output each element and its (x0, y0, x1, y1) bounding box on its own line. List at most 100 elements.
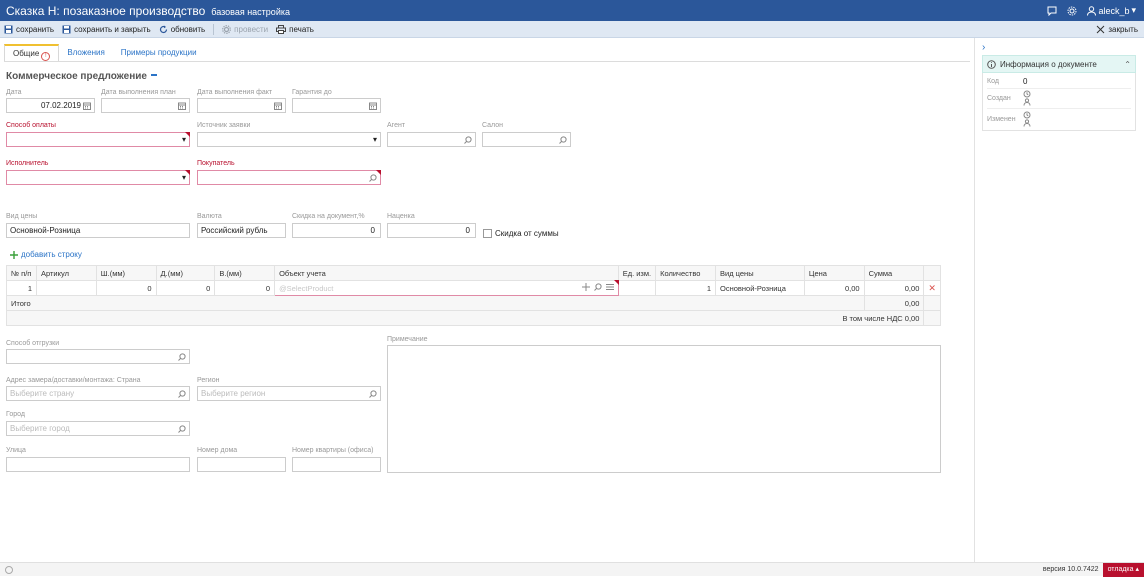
required-marker (376, 170, 381, 175)
tab-attachments[interactable]: Вложения (59, 44, 112, 62)
post-button[interactable]: провести (222, 25, 268, 34)
doc-info-header[interactable]: Информация о документе ⌃ (982, 55, 1136, 73)
column-header[interactable]: Ед. изм. (617, 265, 657, 281)
discount-sum-label: Скидка от суммы (495, 229, 559, 238)
vat-label: В том числе НДС 0,00 (5, 310, 925, 326)
fact-date-field[interactable] (197, 98, 286, 113)
search-icon[interactable] (178, 389, 186, 398)
city-field[interactable]: Выберите город (6, 421, 190, 436)
street-field[interactable] (6, 457, 190, 472)
column-header[interactable]: Вид цены (715, 265, 805, 281)
plus-icon[interactable] (581, 283, 590, 291)
shipping-field[interactable] (6, 349, 190, 364)
currency-field[interactable]: Российский рубль (197, 223, 286, 238)
warranty-label: Гарантия до (292, 89, 332, 96)
save-button[interactable]: сохранить (4, 25, 54, 34)
tab-examples[interactable]: Примеры продукции (113, 44, 205, 62)
cell-unit[interactable] (617, 280, 657, 296)
refresh-button[interactable]: обновить (159, 25, 205, 34)
modified-icons (1023, 111, 1031, 129)
buyer-field[interactable] (197, 170, 381, 185)
apartment-field[interactable] (292, 457, 381, 472)
cell-sum: 0,00 (863, 280, 925, 296)
cell-price-type[interactable]: Основной-Розница (715, 280, 805, 296)
gear-icon[interactable] (1067, 6, 1077, 16)
apartment-label: Номер квартиры (офиса) (292, 447, 374, 454)
code-label: Код (987, 78, 999, 85)
save-and-close-button[interactable]: сохранить и закрыть (62, 25, 151, 34)
menu-icon[interactable] (605, 283, 614, 291)
chevron-right-icon[interactable]: › (982, 42, 985, 53)
chat-icon[interactable] (1047, 6, 1057, 16)
salon-label: Салон (482, 122, 503, 129)
note-textarea[interactable] (387, 345, 941, 473)
user-icon (1087, 5, 1097, 16)
cell-article[interactable] (35, 280, 97, 296)
dropdown-arrow-icon[interactable]: ▾ (373, 135, 377, 144)
column-header[interactable]: В.(мм) (214, 265, 276, 281)
column-header[interactable]: Д.(мм) (155, 265, 216, 281)
calendar-icon[interactable] (369, 102, 377, 110)
cell-width[interactable]: 0 (95, 280, 157, 296)
cell-height[interactable]: 0 (214, 280, 276, 296)
debug-button[interactable]: отладка ▴ (1102, 562, 1144, 577)
cell-length[interactable]: 0 (155, 280, 216, 296)
payment-select[interactable]: ▾ (6, 132, 190, 147)
source-select[interactable]: ▾ (197, 132, 381, 147)
close-button[interactable]: закрыть (1096, 25, 1138, 34)
close-icon (1096, 25, 1105, 33)
column-header[interactable]: № п/п (6, 265, 37, 281)
search-icon[interactable] (464, 135, 472, 144)
column-header[interactable]: Количество (655, 265, 717, 281)
plan-date-label: Дата выполнения план (101, 89, 176, 96)
discount-label: Скидка на документ,% (292, 213, 365, 220)
search-icon[interactable] (178, 424, 186, 433)
table-row[interactable]: 1 0 0 0 @SelectProduct 1 Основной-Розниц… (6, 280, 941, 296)
collapse-icon[interactable] (150, 74, 157, 76)
column-header[interactable]: Артикул (35, 265, 97, 281)
plan-date-field[interactable] (101, 98, 190, 113)
region-field[interactable]: Выберите регион (197, 386, 381, 401)
created-label: Создан (987, 95, 1011, 102)
calendar-icon[interactable] (83, 102, 91, 110)
price-type-field[interactable]: Основной-Розница (6, 223, 190, 238)
chevron-up-icon[interactable]: ⌃ (1124, 60, 1131, 69)
user-menu[interactable]: aleck_b ▾ (1087, 5, 1136, 16)
search-icon[interactable] (559, 135, 567, 144)
search-icon[interactable] (593, 283, 602, 291)
add-row-button[interactable]: добавить строку (10, 250, 82, 259)
print-button[interactable]: печать (276, 24, 314, 34)
cell-price[interactable]: 0,00 (803, 280, 865, 296)
discount-field[interactable]: 0 (292, 223, 381, 238)
house-label: Номер дома (197, 447, 238, 454)
date-label: Дата (6, 89, 22, 96)
date-field[interactable]: 07.02.2019 (6, 98, 95, 113)
calendar-icon[interactable] (274, 102, 282, 110)
buyer-label: Покупатель (197, 160, 235, 167)
calendar-icon[interactable] (178, 102, 186, 110)
discount-sum-checkbox[interactable] (483, 229, 492, 238)
user-name: aleck_b (1098, 5, 1130, 16)
salon-field[interactable] (482, 132, 571, 147)
column-header[interactable]: Цена (803, 265, 865, 281)
version-text: версия 10.0.7422 (1042, 566, 1099, 573)
agent-field[interactable] (387, 132, 476, 147)
markup-field[interactable]: 0 (387, 223, 476, 238)
house-field[interactable] (197, 457, 286, 472)
cell-object[interactable]: @SelectProduct (274, 280, 619, 296)
executor-label: Исполнитель (6, 160, 49, 167)
right-panel-divider (974, 38, 975, 562)
search-icon[interactable] (369, 389, 377, 398)
country-field[interactable]: Выберите страну (6, 386, 190, 401)
tab-general[interactable]: Общие! (4, 44, 60, 62)
required-marker (613, 280, 619, 285)
search-icon[interactable] (178, 352, 186, 361)
cell-qty[interactable]: 1 (655, 280, 717, 296)
currency-label: Валюта (197, 213, 222, 220)
column-header[interactable]: Ш.(мм) (95, 265, 157, 281)
warranty-field[interactable] (292, 98, 381, 113)
delete-row-icon[interactable]: ✕ (923, 280, 941, 296)
column-header[interactable]: Сумма (863, 265, 925, 281)
column-header[interactable]: Объект учета (274, 265, 619, 281)
executor-select[interactable]: ▾ (6, 170, 190, 185)
